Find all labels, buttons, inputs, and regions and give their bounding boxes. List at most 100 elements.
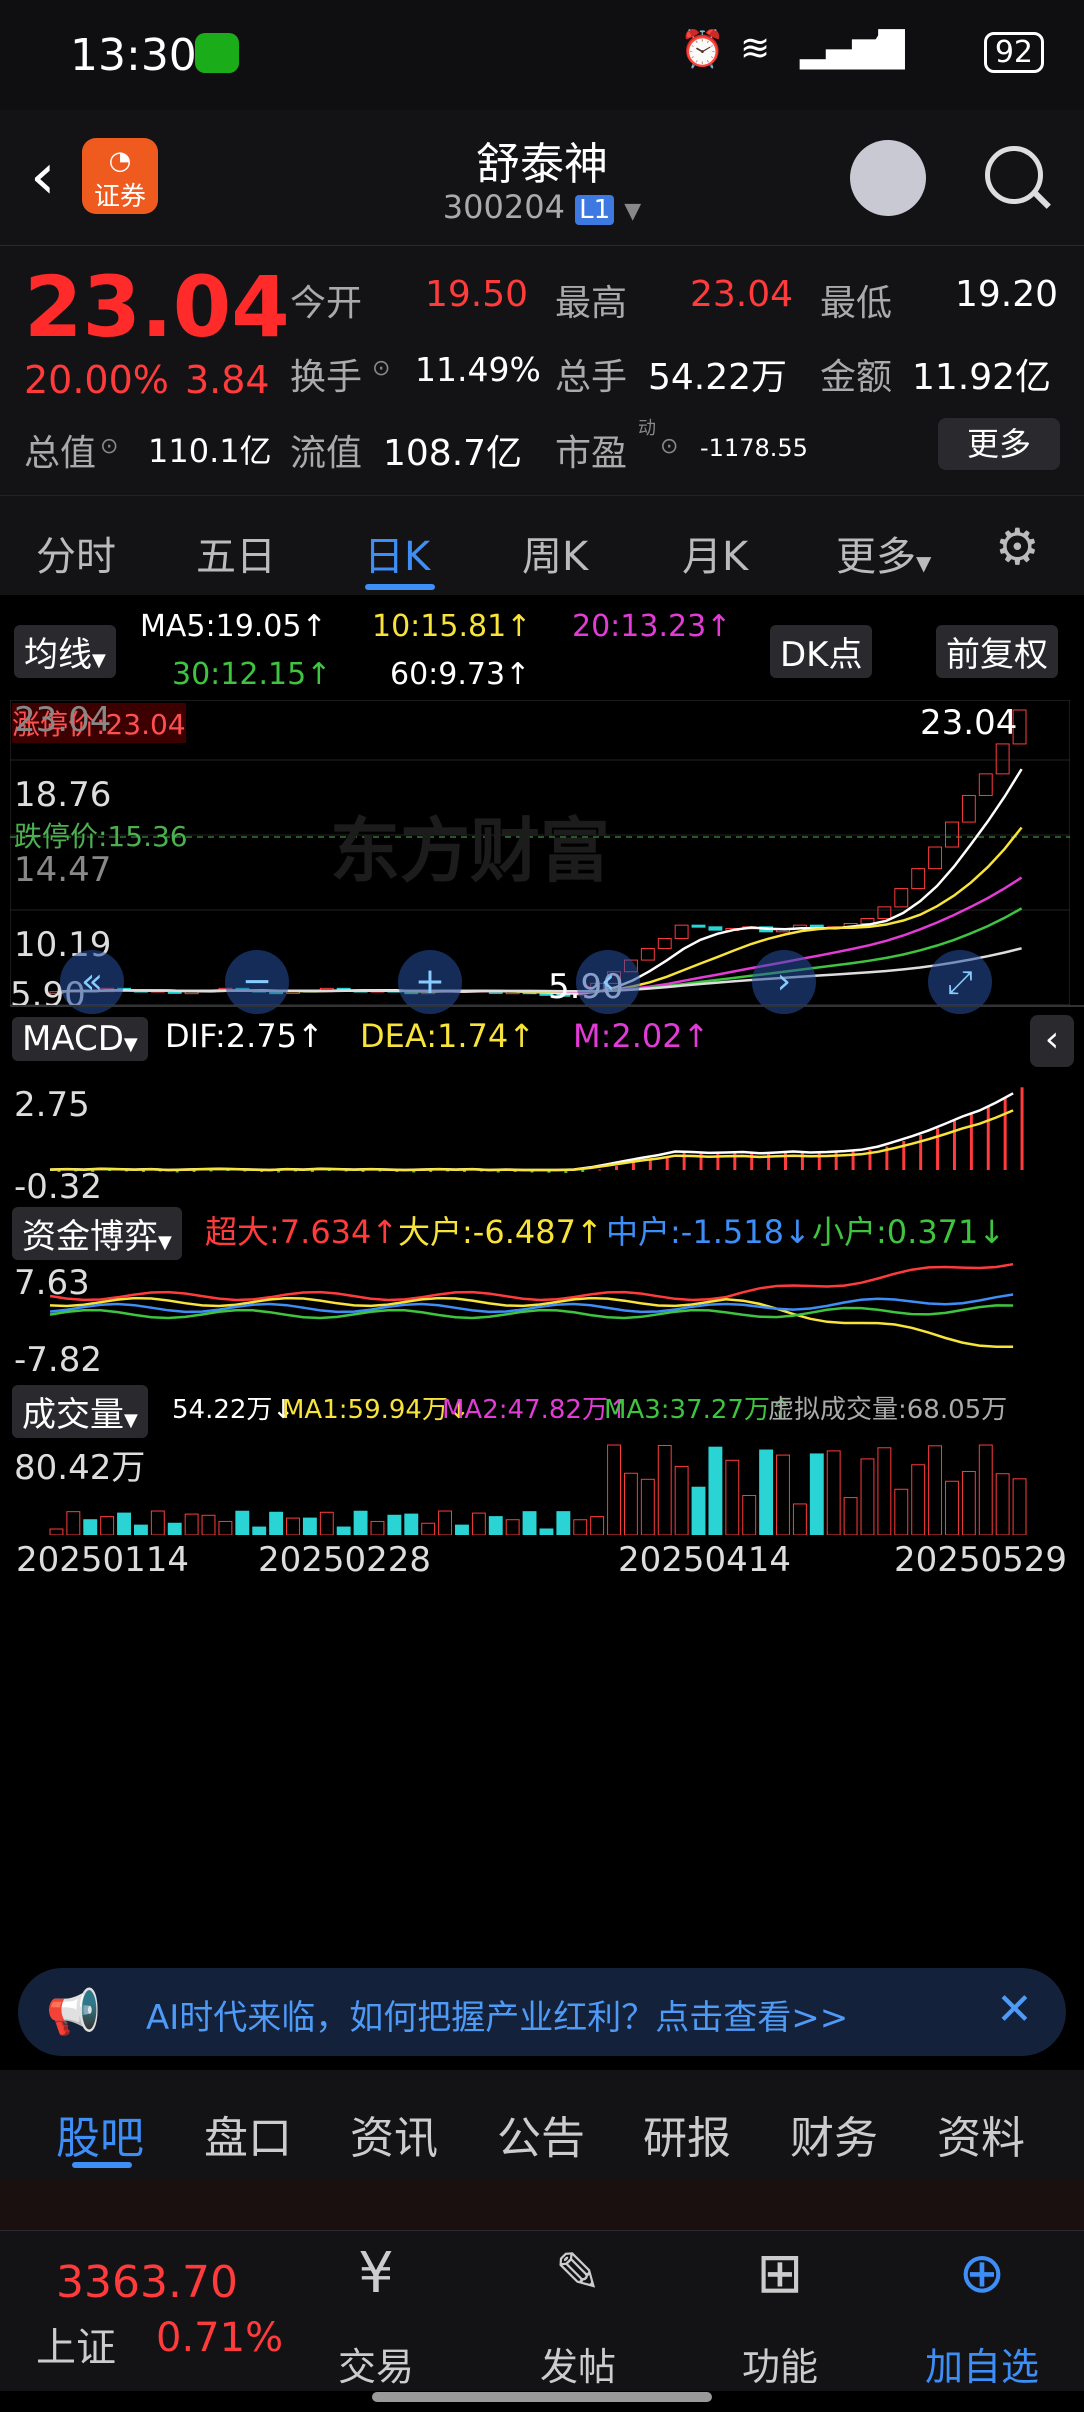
tab-five-day[interactable]: 五日 [196, 524, 276, 582]
volume-bar [860, 1458, 875, 1535]
wifi-icon: ≋ [740, 28, 771, 69]
volume-ma2: MA2:47.82万↑ [442, 1395, 630, 1425]
adjust-mode-button[interactable]: 前复权 [936, 625, 1058, 678]
tab-pankou[interactable]: 盘口 [204, 2102, 292, 2166]
volume-bar [505, 1519, 520, 1535]
nav-post[interactable]: 发帖 [508, 2336, 648, 2391]
high-price-tag: 23.04 [920, 703, 1018, 743]
volume-bar [269, 1511, 284, 1535]
fund-line [49, 1262, 1014, 1302]
macd-bar [800, 1152, 804, 1170]
mktcap-value: 110.1亿 [148, 432, 272, 470]
pe-value: -1178.55 [700, 434, 808, 462]
macd-m: M:2.02↑ [573, 1017, 710, 1055]
fund-line [49, 1296, 1014, 1349]
turnover-value: 11.49% [415, 350, 541, 389]
fund-mid: 中户:-1.518↓ [606, 1213, 811, 1251]
volume-bar [691, 1486, 706, 1535]
fund-top: 7.63 [14, 1263, 90, 1303]
macd-bottom: -0.32 [14, 1167, 102, 1207]
index-name: 上证 [36, 2325, 116, 2371]
tab-research[interactable]: 研报 [643, 2102, 731, 2166]
stock-header: ‹ ◔ 证券 舒泰神 300204 L1 ▼ [0, 110, 1084, 245]
high-value: 23.04 [690, 274, 794, 315]
macd-bar [615, 1166, 619, 1170]
candle [708, 926, 723, 931]
volume-bar [117, 1512, 131, 1535]
open-label: 今开 [290, 283, 363, 324]
collapse-panel-icon[interactable]: ‹ [1030, 1015, 1074, 1067]
volume-bar [674, 1465, 689, 1535]
tab-intraday[interactable]: 分时 [36, 524, 116, 582]
info-icon[interactable]: ⊙ [100, 434, 118, 459]
fund-selector[interactable]: 资金博弈▼ [12, 1207, 182, 1260]
volume-bar [336, 1526, 351, 1535]
tab-daily-k[interactable]: 日K [364, 524, 430, 582]
macd-bar [1003, 1097, 1007, 1170]
banner-text: AI时代来临，如何把握产业红利？点击查看>> [146, 1998, 849, 2038]
volume-bar [640, 1478, 655, 1535]
assistant-robot-icon[interactable] [850, 140, 926, 216]
nav-trade[interactable]: 交易 [306, 2336, 446, 2391]
volume-selector[interactable]: 成交量▼ [12, 1385, 148, 1438]
volume-bar [302, 1517, 317, 1535]
amount-value: 11.92亿 [912, 357, 1052, 398]
ma-selector[interactable]: 均线▼ [14, 625, 116, 678]
turnover-label: 换手 [290, 357, 363, 398]
add-circle-icon[interactable]: ⊕ [912, 2241, 1052, 2306]
volume-bar [894, 1488, 909, 1535]
tab-announcement[interactable]: 公告 [497, 2102, 585, 2166]
float-label: 流值 [290, 433, 363, 474]
tab-profile[interactable]: 资料 [937, 2102, 1025, 2166]
high-label: 最高 [555, 283, 628, 324]
close-icon[interactable]: ✕ [996, 1984, 1033, 2035]
volume-bar [759, 1449, 774, 1535]
tab-guba[interactable]: 股吧 [56, 2102, 144, 2166]
nav-add-watchlist[interactable]: 加自选 [912, 2336, 1052, 2391]
volume-bar [66, 1511, 81, 1535]
yuan-trade-icon[interactable]: ¥ [306, 2241, 446, 2306]
settings-gear-icon[interactable]: ⚙ [995, 518, 1040, 576]
volume-bar [252, 1526, 267, 1535]
macd-dea: DEA:1.74↑ [360, 1017, 536, 1055]
info-icon[interactable]: ⊙ [660, 434, 678, 459]
y-label-2: 18.76 [14, 775, 112, 815]
tab-more[interactable]: 更多▼ [836, 524, 931, 582]
chart-area: 均线▼ MA5:19.05↑ 10:15.81↑ 20:13.23↑ 30:12… [0, 595, 1084, 1955]
more-button[interactable]: 更多 [938, 418, 1060, 470]
battery-indicator: 92 [983, 32, 1044, 73]
caret-down-icon: ▼ [123, 1034, 138, 1055]
volume-top: 80.42万 [14, 1448, 146, 1488]
alarm-icon: ⏰ [680, 29, 725, 70]
volume-bar [590, 1516, 605, 1535]
tab-finance[interactable]: 财务 [790, 2102, 878, 2166]
volume-bar [286, 1517, 300, 1535]
ma20-value: 20:13.23↑ [572, 609, 732, 644]
dk-point-button[interactable]: DK点 [770, 625, 873, 678]
volume-bar [945, 1480, 959, 1535]
grid-functions-icon[interactable]: ⊞ [710, 2241, 850, 2306]
pe-dynamic-mark: 动 [638, 418, 656, 439]
volume-bar [911, 1464, 926, 1535]
stock-code: 300204 [442, 188, 565, 226]
index-value[interactable]: 3363.70 [56, 2257, 238, 2308]
ad-banner[interactable]: 📢 AI时代来临，如何把握产业红利？点击查看>> ✕ [18, 1968, 1066, 2056]
change-pct: 20.00% [24, 358, 169, 402]
volume-bar [353, 1510, 368, 1535]
caret-down-icon: ▼ [158, 1232, 172, 1253]
macd-chart [49, 1087, 1024, 1173]
edit-post-icon[interactable]: ✎ [508, 2241, 648, 2306]
macd-selector[interactable]: MACD▼ [12, 1017, 148, 1061]
volume-bar [319, 1511, 334, 1535]
tab-monthly-k[interactable]: 月K [682, 524, 748, 582]
volume-bar [218, 1520, 233, 1535]
y-label-top: 23.04 [14, 700, 112, 740]
volume-bar [438, 1510, 453, 1535]
volume-bar [978, 1444, 993, 1535]
y-label-3: 14.47 [14, 850, 112, 890]
info-icon[interactable]: ⊙ [372, 356, 390, 381]
nav-functions[interactable]: 功能 [710, 2336, 850, 2391]
volume-selector-label: 成交量 [22, 1395, 124, 1435]
tab-weekly-k[interactable]: 周K [522, 524, 588, 582]
tab-news[interactable]: 资讯 [350, 2102, 438, 2166]
